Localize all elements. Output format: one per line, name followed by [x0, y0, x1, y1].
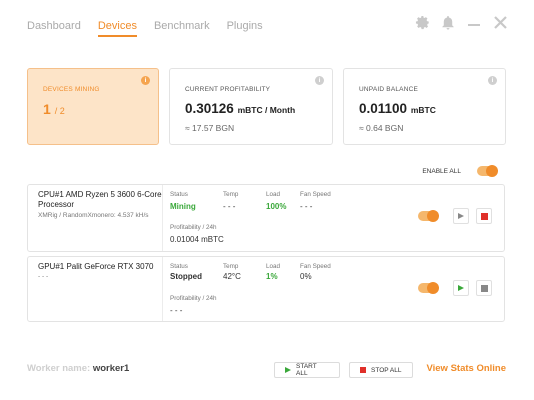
device-profitability: - - - — [170, 306, 183, 315]
tab-benchmark[interactable]: Benchmark — [154, 20, 210, 37]
devices-mining-card: DEVICES MINING i 1 / 2 — [27, 68, 159, 145]
device-temp: - - - — [223, 202, 236, 211]
device-name: CPU#1 AMD Ryzen 5 3600 6-Core Processor — [38, 190, 162, 209]
status-header: Status — [170, 263, 188, 270]
enable-all-label: ENABLE ALL — [422, 167, 461, 175]
enable-all-toggle[interactable] — [477, 165, 498, 177]
enable-all-row: ENABLE ALL — [422, 165, 498, 177]
device-start-button[interactable] — [453, 280, 469, 296]
device-fan: - - - — [300, 202, 313, 211]
tab-dashboard[interactable]: Dashboard — [27, 20, 81, 37]
start-all-button[interactable]: START ALL — [274, 362, 340, 378]
device-profitability: 0.01004 mBTC — [170, 235, 224, 244]
stop-icon — [480, 212, 488, 220]
device-stop-button[interactable] — [476, 208, 492, 224]
device-row: GPU#1 Palit GeForce RTX 3070 - - - Statu… — [27, 256, 505, 322]
device-row: CPU#1 AMD Ryzen 5 3600 6-Core Processor … — [27, 184, 505, 252]
current-profitability-card: CURRENT PROFITABILITY i 0.30126 mBTC / M… — [169, 68, 333, 145]
status-header: Status — [170, 191, 188, 198]
device-name: GPU#1 Palit GeForce RTX 3070 — [38, 262, 154, 271]
divider — [162, 185, 163, 251]
balance-value: 0.01100 mBTC — [359, 101, 436, 116]
devices-mining-label: DEVICES MINING — [43, 86, 100, 93]
worker-label: Worker name: — [27, 363, 91, 374]
start-all-label: START ALL — [296, 363, 317, 377]
balance-fiat: ≈ 0.64 BGN — [359, 123, 404, 133]
device-fan: 0% — [300, 272, 312, 281]
profitability-header: Profitability / 24h — [170, 224, 217, 231]
fan-header: Fan Speed — [300, 191, 331, 198]
play-icon — [458, 213, 464, 219]
stop-icon — [360, 367, 366, 373]
main-nav: Dashboard Devices Benchmark Plugins — [27, 20, 263, 37]
close-icon[interactable] — [492, 14, 508, 30]
profitability-unit: mBTC / Month — [237, 105, 296, 115]
play-icon — [458, 285, 464, 291]
temp-header: Temp — [223, 191, 239, 198]
balance-unit: mBTC — [410, 105, 436, 115]
device-temp: 42°C — [223, 272, 241, 281]
info-icon[interactable]: i — [488, 76, 497, 85]
balance-label: UNPAID BALANCE — [359, 86, 419, 93]
device-status: Mining — [170, 202, 196, 211]
minimize-icon[interactable] — [466, 14, 482, 30]
fan-header: Fan Speed — [300, 263, 331, 270]
device-stop-button[interactable] — [476, 280, 492, 296]
gear-icon[interactable] — [414, 14, 430, 30]
temp-header: Temp — [223, 263, 239, 270]
stop-icon — [480, 284, 488, 292]
profitability-header: Profitability / 24h — [170, 295, 217, 302]
worker-name: Worker name: worker1 — [27, 363, 129, 374]
balance-number: 0.01100 — [359, 101, 408, 116]
divider — [162, 257, 163, 321]
mining-total: / 2 — [54, 106, 65, 116]
profitability-fiat: ≈ 17.57 BGN — [185, 123, 235, 133]
play-icon — [285, 367, 291, 373]
device-algorithm: - - - — [38, 273, 49, 280]
device-enable-toggle[interactable] — [418, 210, 439, 222]
stop-all-label: STOP ALL — [371, 366, 402, 374]
device-enable-toggle[interactable] — [418, 282, 439, 294]
worker-value: worker1 — [92, 363, 130, 374]
info-icon[interactable]: i — [141, 76, 150, 85]
tab-plugins[interactable]: Plugins — [227, 20, 263, 37]
info-icon[interactable]: i — [315, 76, 324, 85]
device-algorithm: XMRig / RandomXmonero: 4.537 kH/s — [38, 212, 149, 219]
bell-icon[interactable] — [440, 14, 456, 30]
device-start-button[interactable] — [453, 208, 469, 224]
load-header: Load — [266, 263, 281, 270]
profitability-label: CURRENT PROFITABILITY — [185, 86, 271, 93]
stop-all-button[interactable]: STOP ALL — [349, 362, 413, 378]
device-status: Stopped — [170, 272, 202, 281]
device-load: 100% — [266, 202, 287, 211]
profitability-value: 0.30126 mBTC / Month — [185, 101, 295, 116]
device-load: 1% — [266, 272, 278, 281]
tab-devices[interactable]: Devices — [97, 20, 137, 37]
profitability-number: 0.30126 — [185, 101, 234, 116]
devices-mining-value: 1 / 2 — [43, 101, 65, 117]
window-controls — [414, 14, 508, 30]
unpaid-balance-card: UNPAID BALANCE i 0.01100 mBTC ≈ 0.64 BGN — [343, 68, 506, 145]
view-stats-online-link[interactable]: View Stats Online — [426, 363, 506, 374]
load-header: Load — [266, 191, 281, 198]
mining-count: 1 — [43, 101, 51, 117]
